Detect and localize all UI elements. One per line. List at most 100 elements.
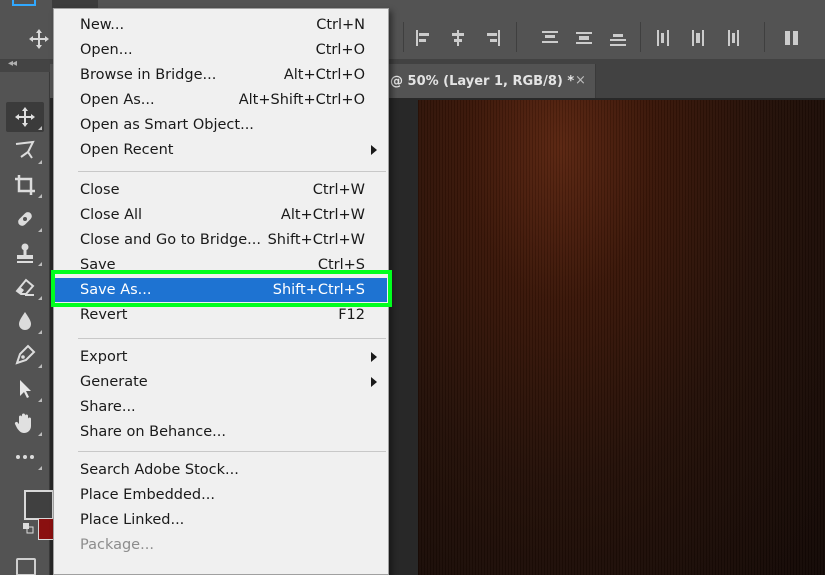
eraser-icon[interactable] bbox=[6, 272, 44, 302]
menu-item-close-all[interactable]: Close All Alt+Ctrl+W bbox=[55, 203, 387, 227]
path-selection-icon[interactable] bbox=[6, 374, 44, 404]
menu-item-label: Share on Behance... bbox=[80, 424, 226, 440]
menu-item-label: Package... bbox=[80, 537, 154, 553]
menu-separator bbox=[78, 338, 386, 339]
distribute-bottom-edges-icon[interactable] bbox=[608, 28, 628, 48]
menu-item-save-as[interactable]: Save As... Shift+Ctrl+S bbox=[55, 278, 387, 302]
menu-item-shortcut: Ctrl+S bbox=[317, 257, 365, 273]
menu-item-shortcut: Alt+Ctrl+O bbox=[283, 67, 365, 83]
menu-item-label: Generate bbox=[80, 374, 148, 390]
menu-item-label: Place Linked... bbox=[80, 512, 185, 528]
tools-panel bbox=[0, 72, 54, 575]
menu-item-export[interactable]: Export bbox=[55, 345, 387, 369]
tab-close-icon[interactable]: × bbox=[575, 73, 586, 88]
menubar bbox=[0, 0, 825, 8]
menu-item-shortcut: Ctrl+W bbox=[312, 182, 365, 198]
menu-item-label: Save As... bbox=[80, 282, 152, 298]
menu-item-close[interactable]: Close Ctrl+W bbox=[55, 178, 387, 202]
menu-item-shortcut: Ctrl+O bbox=[315, 42, 365, 58]
tool-group-indicator bbox=[38, 262, 42, 266]
document-tab-title: @ 50% (Layer 1, RGB/8) * bbox=[390, 74, 575, 89]
menu-file[interactable] bbox=[52, 0, 98, 8]
menu-item-label: Browse in Bridge... bbox=[80, 67, 217, 83]
menu-item-label: Share... bbox=[80, 399, 136, 415]
menu-item-new[interactable]: New... Ctrl+N bbox=[55, 13, 387, 37]
menu-item-label: New... bbox=[80, 17, 125, 33]
healing-brush-icon[interactable] bbox=[6, 204, 44, 234]
canvas-texture bbox=[418, 100, 825, 575]
move-tool-icon[interactable] bbox=[28, 28, 50, 50]
menu-item-shortcut: Alt+Ctrl+W bbox=[280, 207, 365, 223]
tool-group-indicator bbox=[38, 398, 42, 402]
distribute-left-edges-icon[interactable] bbox=[654, 28, 674, 48]
menu-item-label: Save bbox=[80, 257, 116, 273]
menu-item-shortcut: Shift+Ctrl+S bbox=[272, 282, 365, 298]
submenu-arrow-icon bbox=[371, 377, 377, 387]
pen-icon[interactable] bbox=[6, 340, 44, 370]
quick-mask-icon[interactable] bbox=[16, 558, 36, 575]
move-icon[interactable] bbox=[6, 102, 44, 132]
options-separator bbox=[640, 22, 641, 52]
menu-item-search-adobe-stock[interactable]: Search Adobe Stock... bbox=[55, 458, 387, 482]
hand-icon[interactable] bbox=[6, 408, 44, 438]
tool-group-indicator bbox=[38, 432, 42, 436]
menu-item-package: Package... bbox=[55, 533, 387, 557]
auto-align-layers-icon[interactable] bbox=[782, 28, 802, 48]
menu-item-open-recent[interactable]: Open Recent bbox=[55, 138, 387, 162]
crop-icon[interactable] bbox=[6, 170, 44, 200]
menu-item-revert[interactable]: Revert F12 bbox=[55, 303, 387, 327]
menu-item-share-on-behance[interactable]: Share on Behance... bbox=[55, 420, 387, 444]
distribute-vertical-centers-icon[interactable] bbox=[574, 28, 594, 48]
menu-item-open[interactable]: Open... Ctrl+O bbox=[55, 38, 387, 62]
menu-item-place-embedded[interactable]: Place Embedded... bbox=[55, 483, 387, 507]
document-canvas[interactable] bbox=[418, 100, 825, 575]
menu-item-open-as-smart-object[interactable]: Open as Smart Object... bbox=[55, 113, 387, 137]
tool-group-indicator bbox=[38, 466, 42, 470]
menu-item-label: Export bbox=[80, 349, 128, 365]
menu-item-label: Close and Go to Bridge... bbox=[80, 232, 261, 248]
distribute-right-edges-icon[interactable] bbox=[722, 28, 742, 48]
menu-item-shortcut: Alt+Shift+Ctrl+O bbox=[238, 92, 365, 108]
stamp-icon[interactable] bbox=[6, 238, 44, 268]
align-right-edges-icon[interactable] bbox=[482, 28, 502, 48]
align-left-edges-icon[interactable] bbox=[414, 28, 434, 48]
blur-drop-icon[interactable] bbox=[6, 306, 44, 336]
tool-group-indicator bbox=[38, 296, 42, 300]
more-tools-icon[interactable] bbox=[6, 442, 44, 472]
options-separator bbox=[764, 22, 765, 52]
menu-item-share[interactable]: Share... bbox=[55, 395, 387, 419]
menu-item-label: Revert bbox=[80, 307, 128, 323]
menu-item-close-and-go-to-bridge[interactable]: Close and Go to Bridge... Shift+Ctrl+W bbox=[55, 228, 387, 252]
photoshop-logo bbox=[12, 0, 36, 6]
menu-item-shortcut: F12 bbox=[338, 307, 365, 323]
menu-item-shortcut: Ctrl+N bbox=[316, 17, 365, 33]
options-separator bbox=[403, 22, 404, 52]
foreground-color-swatch[interactable] bbox=[24, 490, 54, 520]
menu-item-label: Place Embedded... bbox=[80, 487, 215, 503]
menu-item-open-as[interactable]: Open As... Alt+Shift+Ctrl+O bbox=[55, 88, 387, 112]
default-colors-icon[interactable] bbox=[22, 522, 34, 534]
menu-item-label: Open Recent bbox=[80, 142, 174, 158]
submenu-arrow-icon bbox=[371, 352, 377, 362]
tool-group-indicator bbox=[38, 364, 42, 368]
menu-item-label: Close All bbox=[80, 207, 143, 223]
collapse-arrows-icon[interactable]: ◂◂ bbox=[8, 58, 17, 69]
menu-item-generate[interactable]: Generate bbox=[55, 370, 387, 394]
align-horizontal-centers-icon[interactable] bbox=[448, 28, 468, 48]
menu-item-place-linked[interactable]: Place Linked... bbox=[55, 508, 387, 532]
tool-group-indicator bbox=[38, 194, 42, 198]
file-menu-dropdown: New... Ctrl+N Open... Ctrl+O Browse in Bridg… bbox=[53, 8, 389, 575]
menu-item-save[interactable]: Save Ctrl+S bbox=[55, 253, 387, 277]
menu-item-browse-in-bridge[interactable]: Browse in Bridge... Alt+Ctrl+O bbox=[55, 63, 387, 87]
tool-group-indicator bbox=[38, 126, 42, 130]
menu-item-label: Open As... bbox=[80, 92, 155, 108]
tool-group-indicator bbox=[38, 160, 42, 164]
menu-item-label: Close bbox=[80, 182, 120, 198]
background-color-swatch[interactable] bbox=[38, 518, 54, 540]
menu-item-label: Open... bbox=[80, 42, 133, 58]
lasso-icon[interactable] bbox=[6, 136, 44, 166]
tool-group-indicator bbox=[38, 228, 42, 232]
menu-separator bbox=[78, 171, 386, 172]
distribute-top-edges-icon[interactable] bbox=[540, 28, 560, 48]
distribute-horizontal-centers-icon[interactable] bbox=[688, 28, 708, 48]
